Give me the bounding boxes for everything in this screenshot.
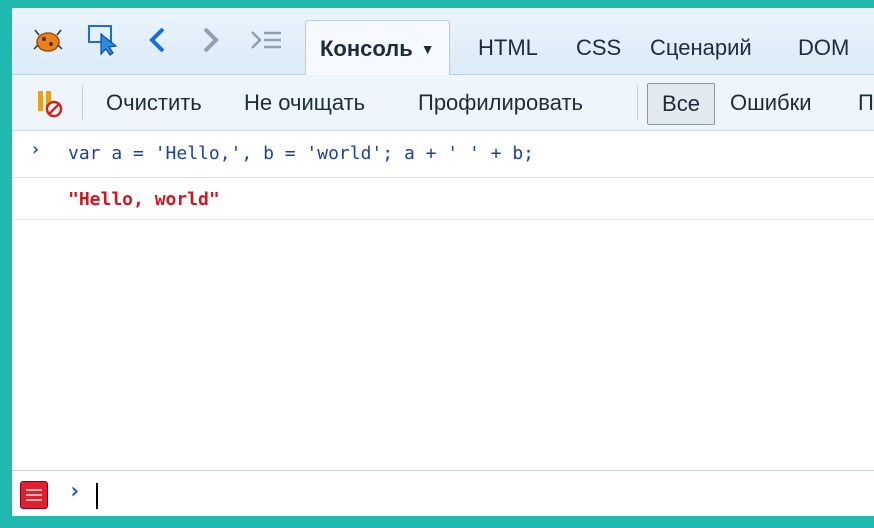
firebug-icon[interactable] — [30, 20, 66, 60]
forward-icon[interactable] — [194, 20, 226, 60]
log-row-result: "Hello, world" — [12, 177, 874, 220]
firebug-window: Консоль ▼ HTML CSS Сценарий DOM Очистить… — [12, 8, 874, 516]
error-indicator-icon[interactable] — [20, 481, 48, 509]
filter-more-button[interactable]: П — [850, 83, 874, 123]
tab-console-label: Консоль — [320, 35, 413, 61]
break-on-errors-icon[interactable] — [26, 83, 72, 123]
tab-console[interactable]: Консоль ▼ — [305, 20, 450, 76]
command-prompt-icon: › — [68, 479, 82, 504]
console-log: › var a = 'Hello,', b = 'world'; a + ' '… — [12, 131, 874, 471]
log-row-command: › var a = 'Hello,', b = 'world'; a + ' '… — [12, 131, 874, 178]
tab-script[interactable]: Сценарий — [636, 22, 766, 74]
tab-script-label: Сценарий — [650, 35, 752, 60]
clear-button[interactable]: Очистить — [98, 83, 210, 123]
tab-css-label: CSS — [576, 35, 622, 60]
chevron-down-icon[interactable]: ▼ — [421, 41, 435, 57]
result-text: "Hello, world" — [68, 189, 220, 210]
profile-button[interactable]: Профилировать — [410, 83, 591, 123]
filter-all-button[interactable]: Все — [647, 83, 715, 125]
tab-dom-label: DOM — [798, 35, 850, 60]
back-icon[interactable] — [142, 20, 174, 60]
prompt-icon: › — [30, 139, 41, 160]
command-line[interactable]: › — [12, 470, 874, 516]
filter-errors-button[interactable]: Ошибки — [722, 83, 820, 123]
console-toolbar: Очистить Не очищать Профилировать Все Ош… — [12, 75, 874, 131]
persist-button[interactable]: Не очищать — [236, 83, 373, 123]
tab-dom[interactable]: DOM — [784, 22, 863, 74]
text-cursor — [96, 483, 98, 509]
tab-css[interactable]: CSS — [562, 22, 635, 74]
inspect-icon[interactable] — [84, 20, 124, 60]
tab-html[interactable]: HTML — [464, 22, 552, 74]
tab-html-label: HTML — [478, 35, 538, 60]
command-text: var a = 'Hello,', b = 'world'; a + ' ' +… — [68, 143, 534, 164]
toolbar-divider — [637, 85, 638, 121]
main-toolbar: Консоль ▼ HTML CSS Сценарий DOM — [12, 8, 874, 76]
toolbar-divider — [82, 85, 83, 121]
command-editor-icon[interactable] — [246, 20, 286, 60]
